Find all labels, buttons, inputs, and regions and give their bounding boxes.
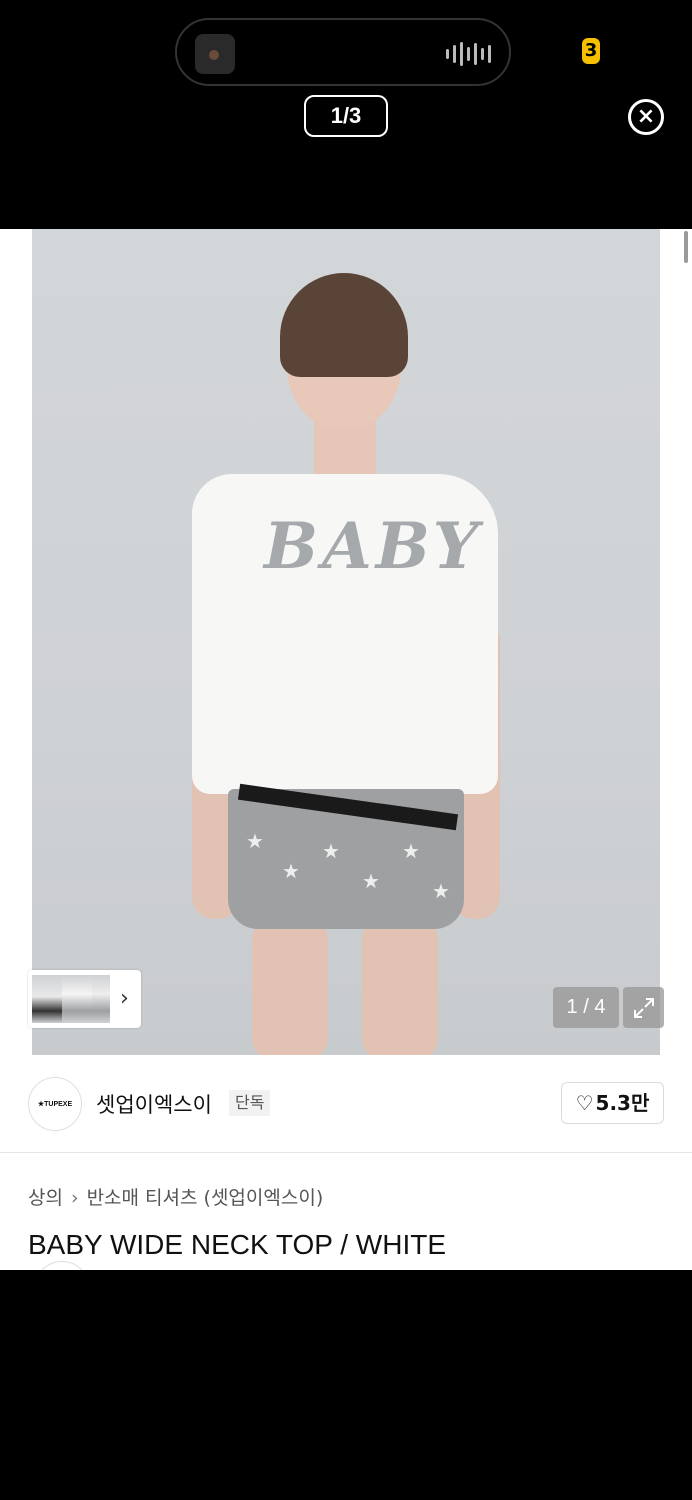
dynamic-island[interactable]: [175, 18, 511, 86]
exclusive-badge: 단독: [229, 1090, 271, 1116]
expand-icon: [633, 998, 654, 1018]
heart-icon: ♡: [575, 1091, 594, 1115]
brand-logo[interactable]: ★TUPEXE: [28, 1077, 82, 1131]
chevron-right-icon: ›: [70, 1187, 79, 1209]
thumbnail-image[interactable]: [92, 975, 110, 1023]
model-hair: [280, 273, 408, 377]
brand-name[interactable]: 셋업이엑스이: [96, 1089, 212, 1119]
model-leg: [362, 919, 438, 1055]
close-button[interactable]: ×: [628, 99, 664, 135]
star-pattern: ★: [246, 829, 264, 853]
chevron-right-icon[interactable]: ›: [120, 986, 129, 1011]
image-counter: 1 / 4: [553, 987, 619, 1028]
thumbnail-strip[interactable]: ›: [28, 970, 141, 1028]
now-playing-thumbnail: [195, 34, 235, 74]
product-image[interactable]: BABY ★ ★ ★ ★ ★ ★: [32, 229, 660, 1055]
like-count: 5.3만: [595, 1091, 650, 1115]
notification-badge: 3: [582, 38, 600, 64]
breadcrumb-subcategory[interactable]: 반소매 티셔츠 (셋업이엑스이): [87, 1187, 324, 1209]
audio-wave-icon: [446, 42, 491, 66]
thumbnail-image[interactable]: [32, 975, 62, 1023]
star-pattern: ★: [322, 839, 340, 863]
like-button[interactable]: ♡ 5.3만: [561, 1082, 664, 1124]
product-page: BABY ★ ★ ★ ★ ★ ★ › 1 / 4 ★TUPEXE 셋업이엑스이 …: [0, 229, 692, 1270]
brand-row: ★TUPEXE 셋업이엑스이 단독 ♡ 5.3만: [0, 1055, 692, 1153]
star-pattern: ★: [362, 869, 380, 893]
expand-button[interactable]: [623, 987, 664, 1028]
floating-button[interactable]: [34, 1261, 90, 1270]
shirt-print: BABY: [264, 509, 483, 584]
star-pattern: ★: [432, 879, 450, 903]
star-pattern: ★: [282, 859, 300, 883]
screen: 3 1/3 × BABY ★ ★ ★ ★ ★ ★ › 1 / 4 ★TUPEXE…: [0, 0, 692, 1500]
page-counter: 1/3: [304, 95, 388, 137]
model-leg: [252, 919, 328, 1055]
scrollbar[interactable]: [684, 231, 688, 263]
close-icon: ×: [636, 104, 656, 129]
product-title: BABY WIDE NECK TOP / WHITE: [28, 1229, 447, 1260]
star-pattern: ★: [402, 839, 420, 863]
thumbnail-image[interactable]: [62, 975, 92, 1023]
breadcrumb: 상의 › 반소매 티셔츠 (셋업이엑스이): [28, 1183, 323, 1210]
breadcrumb-category[interactable]: 상의: [28, 1187, 63, 1209]
